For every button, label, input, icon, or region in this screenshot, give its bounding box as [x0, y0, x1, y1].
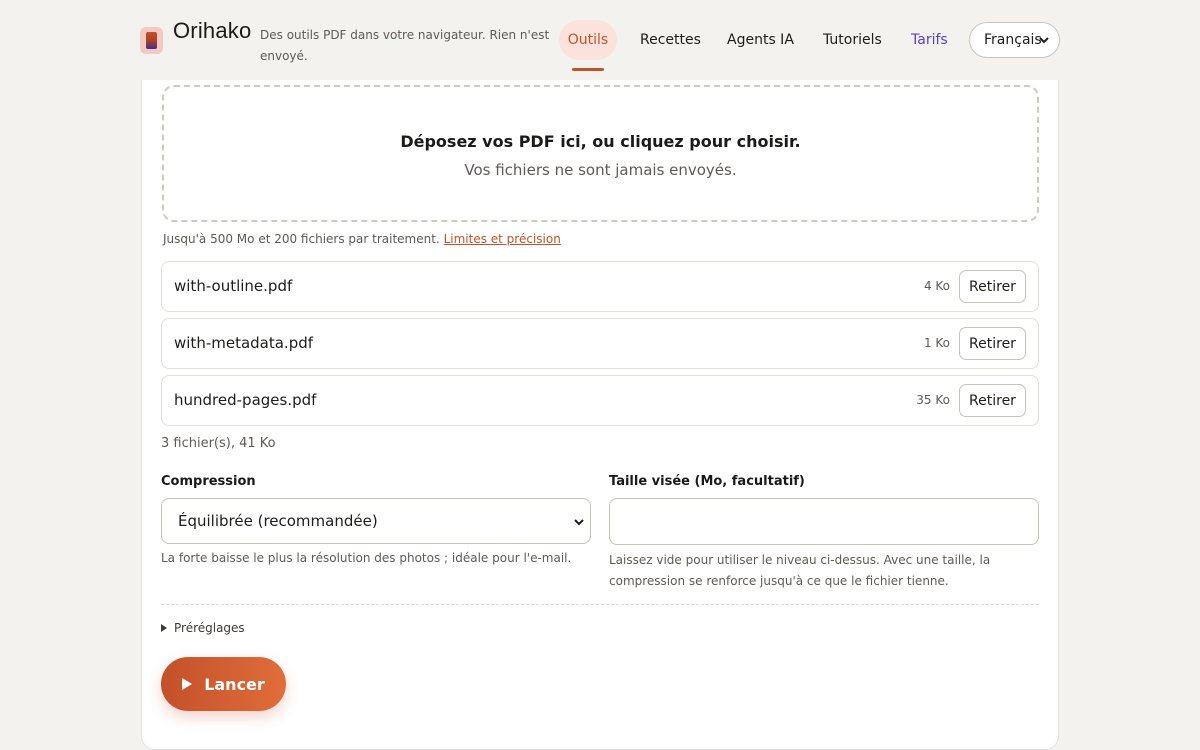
orihako-logo-icon[interactable]	[140, 27, 163, 54]
run-button[interactable]: Lancer	[161, 657, 286, 711]
file-row: hundred-pages.pdf 35 Ko Retirer	[161, 375, 1039, 426]
section-divider	[161, 604, 1039, 605]
play-icon	[182, 678, 193, 690]
active-nav-indicator	[572, 68, 604, 71]
nav-recipes[interactable]: Recettes	[640, 20, 701, 60]
presets-label: Préréglages	[174, 621, 245, 635]
run-label: Lancer	[204, 674, 265, 694]
chevron-down-icon	[1039, 37, 1049, 44]
tagline: Des outils PDF dans votre navigateur. Ri…	[260, 28, 550, 63]
file-size: 1 Ko	[923, 336, 950, 350]
compression-help: La forte baisse le plus la résolution de…	[161, 551, 572, 565]
remove-file-button[interactable]: Retirer	[959, 327, 1026, 360]
site-header: Orihako Des outils PDF dans votre naviga…	[0, 0, 1200, 80]
language-select[interactable]: Français	[969, 22, 1060, 58]
disclosure-triangle-icon	[161, 624, 167, 632]
dropzone-title: Déposez vos PDF ici, ou cliquez pour cho…	[400, 132, 801, 151]
file-row: with-metadata.pdf 1 Ko Retirer	[161, 318, 1039, 369]
file-row: with-outline.pdf 4 Ko Retirer	[161, 261, 1039, 312]
file-name: with-metadata.pdf	[174, 334, 314, 352]
target-size-input[interactable]	[609, 498, 1039, 545]
file-name: with-outline.pdf	[174, 277, 293, 295]
file-size: 35 Ko	[916, 393, 950, 407]
remove-file-button[interactable]: Retirer	[959, 270, 1026, 303]
compression-select[interactable]: Équilibrée (recommandée)	[161, 498, 591, 544]
pdf-dropzone[interactable]: Déposez vos PDF ici, ou cliquez pour cho…	[162, 85, 1039, 222]
file-size: 4 Ko	[923, 279, 950, 293]
limits-link[interactable]: Limites et précision	[444, 232, 561, 246]
nav-pricing[interactable]: Tarifs	[911, 20, 948, 60]
limits-note: Jusqu'à 500 Mo et 200 fichiers par trait…	[163, 232, 561, 246]
nav-tutorials[interactable]: Tutoriels	[823, 20, 882, 60]
compression-label: Compression	[161, 474, 256, 489]
brand-name[interactable]: Orihako	[173, 18, 251, 44]
target-size-help: Laissez vide pour utiliser le niveau ci-…	[609, 553, 991, 588]
dropzone-subtitle: Vos fichiers ne sont jamais envoyés.	[464, 161, 737, 179]
language-value: Français	[984, 32, 1042, 48]
target-size-label: Taille visée (Mo, facultatif)	[609, 474, 805, 489]
presets-toggle[interactable]: Préréglages	[161, 621, 245, 635]
limits-text: Jusqu'à 500 Mo et 200 fichiers par trait…	[163, 232, 440, 246]
nav-ai-agents[interactable]: Agents IA	[727, 20, 794, 60]
file-name: hundred-pages.pdf	[174, 391, 317, 409]
compression-value: Équilibrée (recommandée)	[178, 512, 378, 530]
remove-file-button[interactable]: Retirer	[959, 384, 1026, 417]
nav-tools[interactable]: Outils	[559, 20, 617, 60]
chevron-down-icon	[574, 519, 584, 526]
files-summary: 3 fichier(s), 41 Ko	[161, 436, 276, 451]
